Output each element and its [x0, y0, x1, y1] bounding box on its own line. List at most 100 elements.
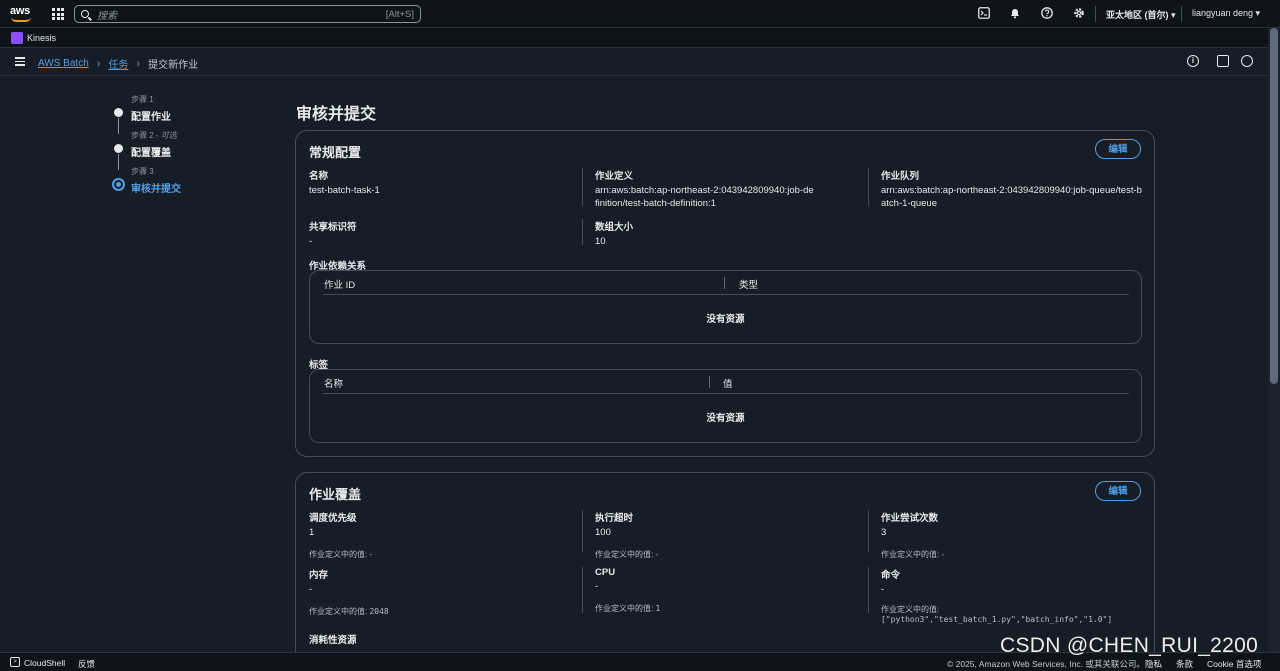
- scrollbar-thumb[interactable]: [1270, 28, 1278, 384]
- service-shortcut-kinesis[interactable]: Kinesis: [27, 33, 56, 43]
- field-job-queue: 作业队列 arn:aws:batch:ap-northeast-2:043942…: [881, 168, 1143, 210]
- field-label: 名称: [309, 171, 329, 182]
- step-name: 审核并提交: [131, 184, 181, 195]
- field-label: 作业队列: [881, 171, 920, 182]
- chevron-right-icon: ›: [96, 57, 101, 70]
- wizard-step-3: 步骤 3 审核并提交: [112, 166, 272, 202]
- breadcrumb-current: 提交新作业: [148, 60, 199, 71]
- column-resizer[interactable]: [709, 376, 710, 388]
- info-icon[interactable]: i: [1187, 55, 1199, 67]
- help-icon[interactable]: [1040, 7, 1054, 21]
- field-value: 1: [309, 527, 315, 538]
- gear-icon[interactable]: [1072, 7, 1086, 21]
- field-scheduling-priority: 调度优先级 1 作业定义中的值: -: [309, 510, 579, 560]
- step-dot-icon: [114, 144, 123, 153]
- menu-icon[interactable]: [15, 57, 25, 66]
- breadcrumb-jobs[interactable]: 任务: [108, 56, 128, 71]
- region-selector[interactable]: 亚太地区 (首尔) ▾: [1106, 8, 1176, 21]
- field-value: 3: [881, 527, 887, 538]
- field-value: test-batch-task-1: [309, 185, 380, 196]
- column-divider: [582, 219, 583, 245]
- edit-general-button[interactable]: 编辑: [1095, 139, 1141, 159]
- breadcrumb-bar: AWS Batch › 任务 › 提交新作业 i: [0, 48, 1268, 76]
- column-divider: [868, 168, 869, 206]
- bell-icon[interactable]: [1008, 7, 1022, 21]
- column-header-job-id[interactable]: 作业 ID: [324, 277, 355, 291]
- status-icon[interactable]: [1241, 55, 1253, 67]
- wizard-step-2[interactable]: 步骤 2 - 可选 配置覆盖: [112, 130, 272, 170]
- kinesis-icon: [11, 32, 23, 44]
- field-label: 作业定义: [595, 171, 634, 182]
- top-navigation: aws 搜索 [Alt+S] 亚太地区 (首尔) ▾ liangyuan den…: [0, 0, 1280, 28]
- field-share-identifier: 共享标识符 -: [309, 219, 579, 249]
- account-menu[interactable]: liangyuan deng ▾: [1192, 8, 1260, 19]
- aws-logo-text: aws: [10, 5, 30, 17]
- general-config-card: 常规配置 编辑 名称 test-batch-task-1 作业定义 arn:aw…: [295, 130, 1155, 457]
- field-value: 10: [595, 236, 606, 247]
- tags-table: 名称 值 没有资源: [309, 369, 1142, 443]
- service-favorites-bar: Kinesis: [0, 28, 1280, 48]
- field-execution-timeout: 执行超时 100 作业定义中的值: -: [595, 510, 865, 560]
- copyright: © 2025, Amazon Web Services, Inc. 或其关联公司…: [947, 659, 1145, 669]
- field-value: 100: [595, 527, 611, 538]
- feedback-link[interactable]: 反馈: [78, 658, 95, 670]
- cloudshell-icon[interactable]: >: [10, 657, 20, 667]
- wizard-steps: 步骤 1 配置作业 步骤 2 - 可选 配置覆盖 步骤 3 审核并提交: [112, 94, 272, 202]
- column-header-name[interactable]: 名称: [324, 376, 343, 390]
- column-divider: [582, 567, 583, 613]
- field-job-definition: 作业定义 arn:aws:batch:ap-northeast-2:043942…: [595, 168, 815, 210]
- field-label: 命令: [881, 570, 901, 581]
- consumable-resources-label: 消耗性资源: [309, 635, 357, 646]
- step-label: 步骤 2 - 可选: [131, 131, 177, 140]
- column-divider: [868, 567, 869, 613]
- page-title: 审核并提交: [296, 106, 377, 123]
- field-job-attempts: 作业尝试次数 3 作业定义中的值: -: [881, 510, 1151, 560]
- nav-divider: [1181, 6, 1182, 22]
- side-panel-icon[interactable]: [1217, 55, 1229, 67]
- page-scrollbar[interactable]: [1268, 28, 1280, 652]
- aws-smile-icon: [11, 17, 31, 22]
- step-name: 配置作业: [131, 112, 171, 123]
- field-cpu: CPU - 作业定义中的值: 1: [595, 567, 865, 614]
- cloudshell-link[interactable]: CloudShell: [24, 658, 65, 668]
- empty-state: 没有资源: [706, 413, 745, 424]
- chevron-right-icon: ›: [136, 57, 141, 70]
- services-grid-icon[interactable]: [52, 8, 64, 20]
- field-label: 调度优先级: [309, 513, 357, 524]
- privacy-link[interactable]: 隐私: [1145, 658, 1162, 670]
- wizard-step-1[interactable]: 步骤 1 配置作业: [112, 94, 272, 134]
- column-divider: [582, 168, 583, 206]
- cloudshell-icon[interactable]: [977, 7, 991, 21]
- watermark: CSDN @CHEN_RUI_2200: [1000, 634, 1259, 657]
- aws-logo[interactable]: aws: [10, 5, 34, 23]
- column-header-type[interactable]: 类型: [739, 277, 758, 291]
- field-value: -: [881, 584, 885, 595]
- empty-state: 没有资源: [706, 314, 745, 325]
- search-input[interactable]: 搜索 [Alt+S]: [74, 5, 421, 23]
- step-name: 配置覆盖: [131, 148, 171, 159]
- step-label: 步骤 3: [131, 167, 154, 176]
- field-default: 作业定义中的值: 2048: [309, 606, 389, 616]
- field-value: -: [309, 584, 313, 595]
- step-dot-icon: [114, 108, 123, 117]
- breadcrumb-aws-batch[interactable]: AWS Batch: [38, 58, 89, 69]
- field-value: arn:aws:batch:ap-northeast-2:04394280994…: [881, 185, 1142, 209]
- field-default: 作业定义中的值: -: [881, 549, 945, 559]
- field-label: 共享标识符: [309, 222, 357, 233]
- step-current-icon: [112, 178, 125, 191]
- column-resizer[interactable]: [724, 277, 725, 289]
- search-icon: [81, 10, 89, 18]
- column-header-value[interactable]: 值: [723, 376, 733, 390]
- breadcrumb: AWS Batch › 任务 › 提交新作业: [38, 56, 199, 72]
- field-value: -: [595, 581, 599, 592]
- table-header: 名称 值: [323, 376, 1129, 394]
- field-default: 作业定义中的值: -: [309, 549, 373, 559]
- terms-link[interactable]: 条款: [1176, 658, 1193, 670]
- edit-overrides-button[interactable]: 编辑: [1095, 481, 1141, 501]
- cookie-preferences-link[interactable]: Cookie 首选项: [1207, 658, 1261, 670]
- field-command: 命令 - 作业定义中的值: ["python3","test_batch_1.py…: [881, 567, 1143, 626]
- field-memory: 内存 - 作业定义中的值: 2048: [309, 567, 579, 617]
- card-title: 常规配置: [309, 145, 362, 160]
- field-label: 数组大小: [595, 222, 634, 233]
- search-placeholder: 搜索: [97, 10, 117, 22]
